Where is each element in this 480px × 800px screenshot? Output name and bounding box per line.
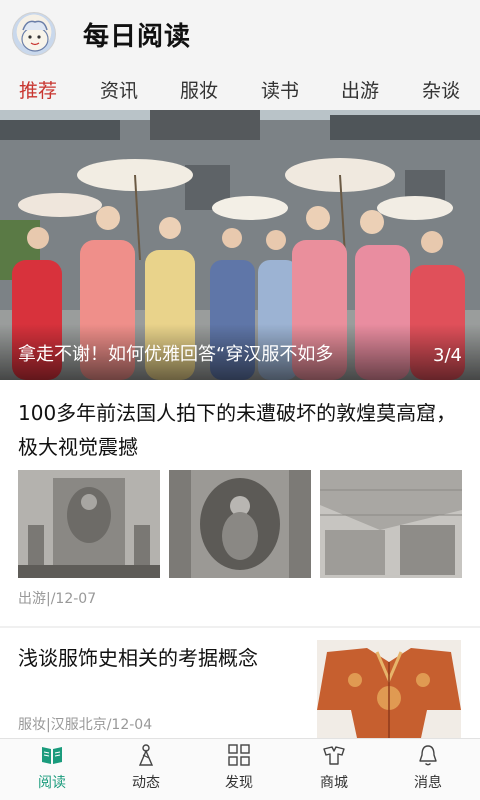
bell-icon <box>416 743 440 767</box>
nav-label: 动态 <box>132 775 160 791</box>
tab-costume[interactable]: 服妆 <box>169 76 229 103</box>
grid-icon <box>227 743 251 767</box>
app-header: 每日阅读 <box>0 0 480 70</box>
tab-chat[interactable]: 杂谈 <box>411 76 471 103</box>
open-book-icon <box>40 743 64 767</box>
nav-shop[interactable]: 商城 <box>294 739 374 800</box>
nav-label: 商城 <box>320 775 348 791</box>
nav-label: 发现 <box>225 775 253 791</box>
article-card[interactable]: 浅谈服饰史相关的考据概念 服妆|汉服北京/12-04 <box>0 628 480 738</box>
robe-icon <box>322 743 346 767</box>
tab-travel[interactable]: 出游 <box>330 76 390 103</box>
app-title: 每日阅读 <box>83 22 192 52</box>
tab-recommend[interactable]: 推荐 <box>8 76 68 103</box>
article-title: 浅谈服饰史相关的考据概念 <box>18 646 258 670</box>
banner-caption: 拿走不谢！如何优雅回答“穿汉服不如多 <box>18 344 334 365</box>
article-card[interactable]: 100多年前法国人拍下的未遭破坏的敦煌莫高窟，极大视觉震撼 出游|/12-07 <box>0 380 480 626</box>
nav-read[interactable]: 阅读 <box>12 739 92 800</box>
nav-messages[interactable]: 消息 <box>388 739 468 800</box>
nav-label: 消息 <box>414 775 442 791</box>
bottom-navigation: 阅读 动态 发现 商城 消息 <box>0 738 480 800</box>
article-title: 100多年前法国人拍下的未遭破坏的敦煌莫高窟，极大视觉震撼 <box>18 401 457 459</box>
tab-news[interactable]: 资讯 <box>89 76 149 103</box>
article-meta: 出游|/12-07 <box>18 591 97 607</box>
nav-feed[interactable]: 动态 <box>106 739 186 800</box>
category-tabs: 推荐 资讯 服妆 读书 出游 杂谈 <box>0 70 480 110</box>
cartoon-mascot-icon <box>21 20 49 52</box>
article-thumbnail <box>320 470 462 578</box>
avatar[interactable] <box>12 12 56 56</box>
banner-page-indicator: 3/4 <box>433 345 462 366</box>
featured-banner[interactable]: 拿走不谢！如何优雅回答“穿汉服不如多 3/4 <box>0 110 480 380</box>
article-thumbnails <box>18 470 462 578</box>
tab-reading[interactable]: 读书 <box>250 76 310 103</box>
nav-label: 阅读 <box>38 775 66 791</box>
article-thumbnail <box>18 470 160 578</box>
article-thumbnail <box>169 470 311 578</box>
article-thumbnail <box>317 640 461 738</box>
nav-discover[interactable]: 发现 <box>199 739 279 800</box>
article-meta: 服妆|汉服北京/12-04 <box>18 717 153 733</box>
person-hanfu-icon <box>134 743 158 767</box>
